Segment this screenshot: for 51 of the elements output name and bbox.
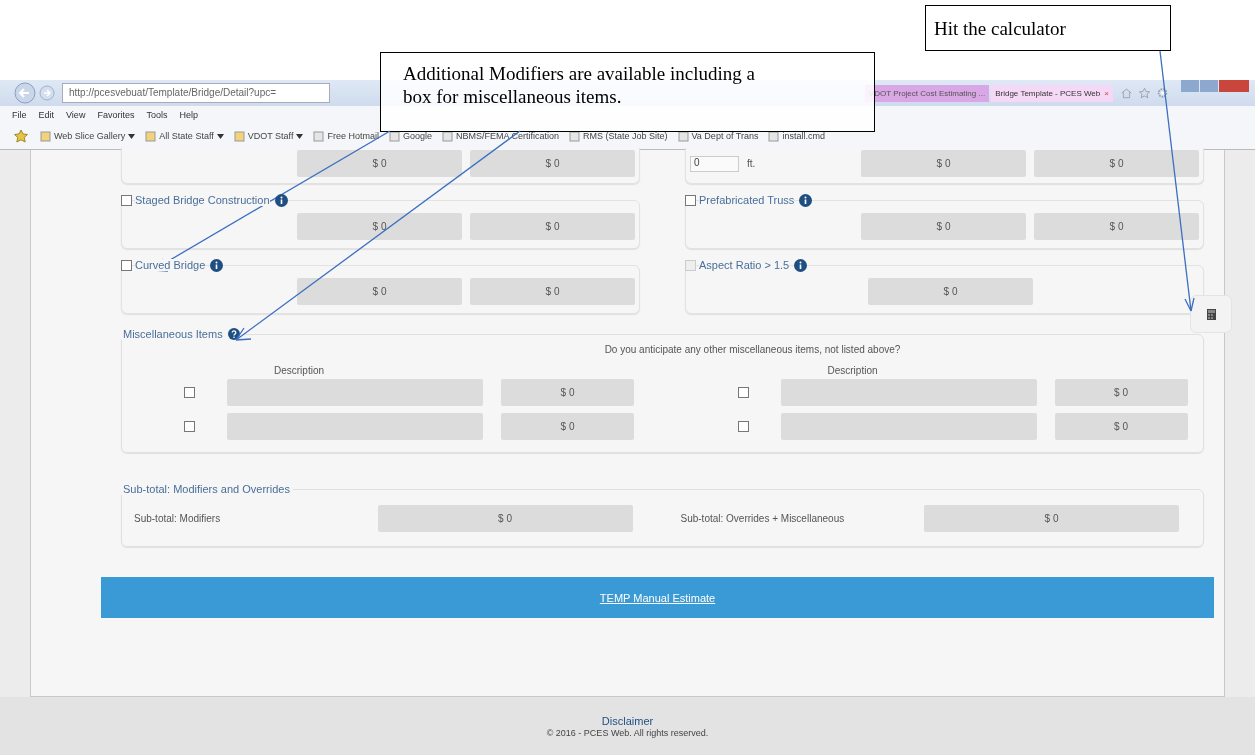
section-title: Miscellaneous Items: [120, 328, 243, 340]
favorite-link[interactable]: Free Hotmail: [313, 130, 379, 142]
favorite-link[interactable]: VDOT Staff: [233, 130, 304, 142]
section-title: Sub-total: Modifiers and Overrides: [122, 483, 291, 495]
menu-item[interactable]: View: [66, 110, 86, 120]
column-header: Description: [274, 365, 326, 376]
browser-tab[interactable]: Bridge Template - PCES Web ×: [991, 84, 1113, 102]
menu-item[interactable]: Tools: [146, 110, 168, 120]
annotation-callout: Hit the calculator: [925, 5, 1171, 51]
favorite-link[interactable]: Va Dept of Trans: [677, 130, 759, 142]
favorite-link[interactable]: Web Slice Gallery: [40, 130, 136, 142]
subtotal-label: Sub-total: Modifiers: [134, 513, 221, 524]
amount-field: $ 0: [924, 505, 1179, 532]
menu-item[interactable]: Edit: [38, 110, 55, 120]
menu-item[interactable]: Favorites: [97, 110, 135, 120]
amount-field: $ 0: [377, 505, 633, 532]
modifier-label: Staged Bridge Construction: [135, 194, 270, 206]
amount-field: $ 0: [861, 150, 1026, 177]
modifier-label: Aspect Ratio > 1.5: [699, 259, 790, 271]
favorite-link[interactable]: RMS (State Job Site): [569, 130, 668, 142]
amount-field: $ 0: [1034, 213, 1199, 240]
favorite-link[interactable]: install.cmd: [768, 130, 825, 142]
menu-item[interactable]: Help: [179, 110, 198, 120]
amount-field: $ 0: [297, 278, 462, 305]
amount-field: $ 0: [501, 379, 634, 406]
amount-field: $ 0: [297, 213, 462, 240]
amount-field: $ 0: [470, 213, 635, 240]
length-input[interactable]: 0: [690, 155, 739, 172]
amount-field: $ 0: [470, 150, 635, 177]
amount-field: $ 0: [1054, 413, 1188, 440]
amount-field: $ 0: [868, 278, 1033, 305]
close-tab-button[interactable]: ×: [1104, 88, 1109, 98]
amount-field: $ 0: [1034, 150, 1199, 177]
favorite-link[interactable]: Google: [388, 130, 432, 142]
amount-field: $ 0: [861, 213, 1026, 240]
column-header: Description: [827, 365, 879, 376]
amount-field: $ 0: [297, 150, 462, 177]
modifier-label: Curved Bridge: [135, 259, 206, 271]
unit-label: ft.: [747, 158, 756, 169]
amount-field: $ 0: [501, 413, 634, 440]
disclaimer-link[interactable]: Disclaimer: [601, 714, 654, 727]
favorite-link[interactable]: NBMS/FEMA Certification: [441, 130, 559, 142]
address-field[interactable]: http://pcesvebuat/Template/Bridge/Detail?upc=: [62, 83, 330, 103]
amount-field: $ 0: [470, 278, 635, 305]
question-text: Do you anticipate any other miscellaneous items, not listed above?: [603, 344, 902, 355]
subtotal-label: Sub-total: Overrides + Miscellaneous: [680, 513, 845, 524]
favorite-link[interactable]: All State Staff: [145, 130, 224, 142]
amount-field: $ 0: [1054, 379, 1188, 406]
copyright-text: © 2016 - PCES Web. All rights reserved.: [546, 727, 709, 738]
menu-item[interactable]: File: [12, 110, 27, 120]
modifier-label: Prefabricated Truss: [699, 194, 795, 206]
